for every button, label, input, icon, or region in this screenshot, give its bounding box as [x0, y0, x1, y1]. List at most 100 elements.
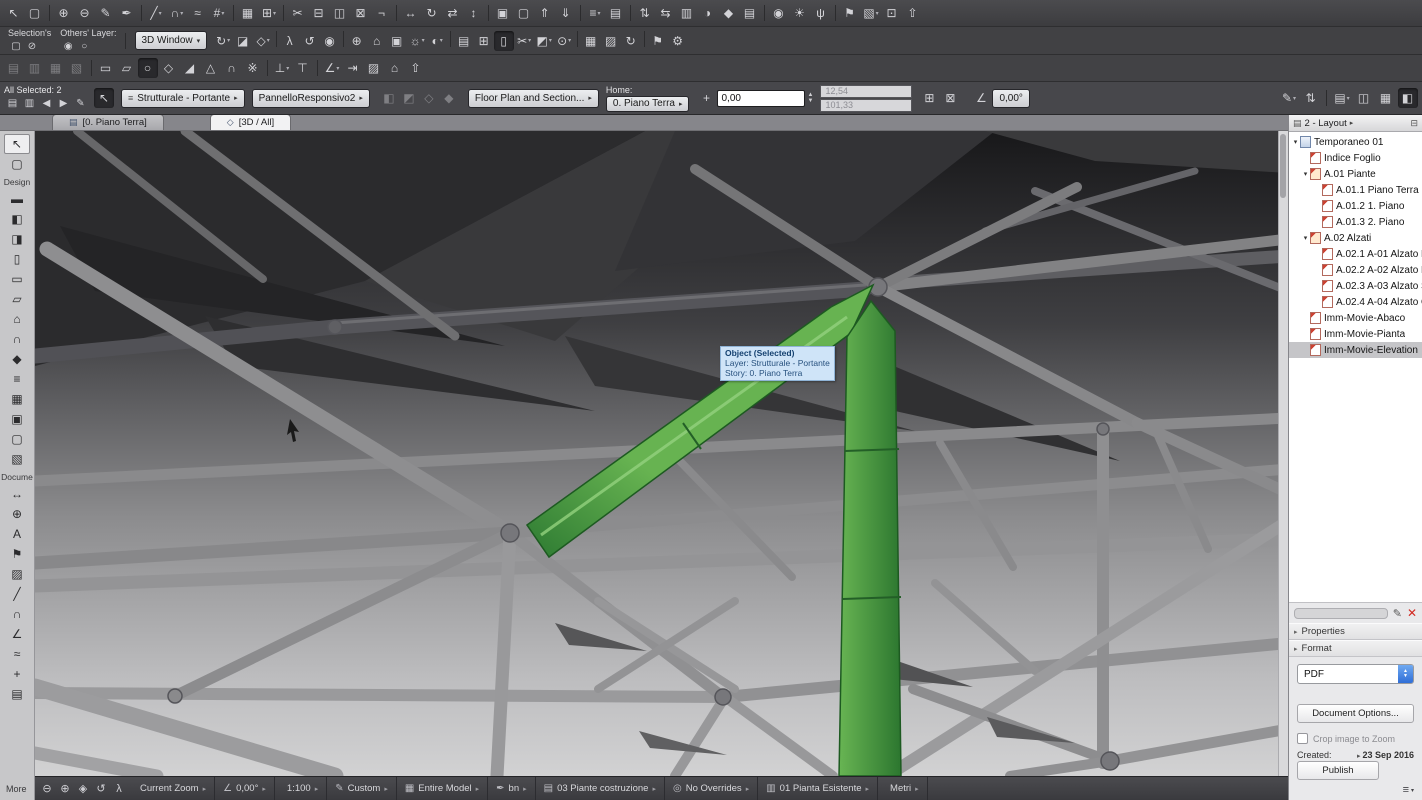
- explore-icon[interactable]: ◉: [320, 31, 340, 51]
- projection-front-icon[interactable]: ◧: [379, 88, 399, 108]
- fillet-icon[interactable]: ¬: [372, 3, 392, 23]
- rotate-icon[interactable]: ↻: [422, 3, 442, 23]
- drag-icon[interactable]: ↔: [401, 3, 421, 23]
- organizer-panel-icon[interactable]: ◫: [1354, 88, 1374, 108]
- tree-item[interactable]: ▾ Temporaneo 01: [1289, 134, 1422, 150]
- viewport-scrollbar[interactable]: [1278, 131, 1288, 776]
- background-fill-icon[interactable]: ▨: [364, 58, 384, 78]
- pitched-method-icon[interactable]: △: [201, 58, 221, 78]
- morph-tool[interactable]: ◆: [4, 349, 30, 369]
- sun-settings-icon[interactable]: ☼▾: [407, 31, 427, 51]
- bring-forward-icon[interactable]: ⇑: [535, 3, 555, 23]
- shell-tool[interactable]: ∩: [4, 329, 30, 349]
- document-options-button[interactable]: Document Options...: [1297, 704, 1414, 723]
- chamfer-method-icon[interactable]: ◢: [180, 58, 200, 78]
- copy-icon[interactable]: ▤: [454, 31, 474, 51]
- status-walk-icon[interactable]: λ: [110, 780, 128, 798]
- drawing-update-icon[interactable]: ▨: [601, 31, 621, 51]
- cutaway-icon[interactable]: ◩▾: [534, 31, 554, 51]
- camera-icon[interactable]: ◉: [769, 3, 789, 23]
- line-tool[interactable]: ╱: [4, 584, 30, 604]
- window-tool[interactable]: ◨: [4, 229, 30, 249]
- structure-filter-menu[interactable]: ▦ Entire Model ▸: [397, 777, 488, 800]
- hotspot-tool[interactable]: +: [4, 664, 30, 684]
- guide-lines-icon[interactable]: ▦: [238, 3, 258, 23]
- update-icon[interactable]: ↻: [621, 31, 641, 51]
- cutting-plane-icon[interactable]: ✂▾: [514, 31, 534, 51]
- tree-item[interactable]: Imm-Movie-Pianta: [1289, 326, 1422, 342]
- tree-item[interactable]: A.02.2 A-02 Alzato Est: [1289, 262, 1422, 278]
- publisher-icon[interactable]: ⇧: [903, 3, 923, 23]
- new-document-icon[interactable]: ▯: [494, 31, 514, 51]
- view-dropdown[interactable]: Floor Plan and Section... ▸: [468, 89, 599, 108]
- worksheet-icon[interactable]: ▥: [677, 3, 697, 23]
- 3d-document-icon[interactable]: ◆: [719, 3, 739, 23]
- tree-item[interactable]: A.02.1 A-01 Alzato No...: [1289, 246, 1422, 262]
- tree-item[interactable]: ▾ A.02 Alzati: [1289, 230, 1422, 246]
- frame-icon[interactable]: ▣: [387, 31, 407, 51]
- status-pan-icon[interactable]: ◈: [74, 780, 92, 798]
- pen-set-menu[interactable]: ✎ Custom ▸: [327, 777, 397, 800]
- section-icon[interactable]: ⇅: [635, 3, 655, 23]
- group-icon[interactable]: ▣: [493, 3, 513, 23]
- 3d-viewport[interactable]: Object (Selected) Layer: Strutturale - P…: [35, 131, 1288, 776]
- projection-axo-icon[interactable]: ◇: [419, 88, 439, 108]
- mirror-icon[interactable]: ⇄: [443, 3, 463, 23]
- home-view-icon[interactable]: ⌂: [367, 31, 387, 51]
- view-tab[interactable]: ▤ [0. Piano Terra]: [52, 114, 164, 130]
- tree-caret-icon[interactable]: ▾: [1301, 170, 1310, 178]
- tree-item[interactable]: Imm-Movie-Elevation: [1289, 342, 1422, 358]
- tree-item[interactable]: Imm-Movie-Abaco: [1289, 310, 1422, 326]
- navigator-toggle-icon[interactable]: ◧: [1398, 88, 1418, 108]
- tree-item[interactable]: A.01.3 2. Piano: [1289, 214, 1422, 230]
- roof-tool[interactable]: ⌂: [4, 309, 30, 329]
- orbit-icon[interactable]: ↺: [300, 31, 320, 51]
- tree-item[interactable]: Indice Foglio: [1289, 150, 1422, 166]
- split-icon[interactable]: ◫: [330, 3, 350, 23]
- tree-item[interactable]: A.01.2 1. Piano: [1289, 198, 1422, 214]
- marquee-icon[interactable]: ▢: [25, 3, 45, 23]
- text-tool[interactable]: A: [4, 524, 30, 544]
- column-tool[interactable]: ▯: [4, 249, 30, 269]
- circle-method-icon[interactable]: ○: [138, 58, 158, 78]
- spline-tool-icon[interactable]: ≈: [188, 3, 208, 23]
- pen-menu[interactable]: ✒ bn ▸: [488, 777, 535, 800]
- home-story-icon[interactable]: ⌂: [385, 58, 405, 78]
- coordinate-stepper[interactable]: ▲▼: [807, 92, 813, 104]
- grid-snap-icon[interactable]: ▥: [25, 58, 45, 78]
- stories-icon[interactable]: ▤: [606, 3, 626, 23]
- schedule-icon[interactable]: ▤: [740, 3, 760, 23]
- adjust-icon[interactable]: ⊠: [351, 3, 371, 23]
- units-menu[interactable]: Metri ▸: [878, 777, 928, 800]
- paste-icon[interactable]: ⊞: [474, 31, 494, 51]
- scale-menu[interactable]: 1:100 ▸: [275, 777, 327, 800]
- rect-method-icon[interactable]: ▭: [96, 58, 116, 78]
- slab-tool[interactable]: ▱: [4, 289, 30, 309]
- arc-tool-icon[interactable]: ∩▾: [167, 3, 187, 23]
- grid-icon[interactable]: #▾: [209, 3, 229, 23]
- pen-icon[interactable]: ✒: [117, 3, 137, 23]
- curtain-wall-tool[interactable]: ▦: [4, 389, 30, 409]
- add-selection-icon[interactable]: ⊕: [347, 31, 367, 51]
- layer-combination-menu[interactable]: ▤ 03 Piante costruzione ▸: [536, 777, 665, 800]
- active-arrow-tool-icon[interactable]: ↖: [94, 88, 114, 108]
- axonometry-icon[interactable]: ◇▾: [253, 31, 273, 51]
- window-selector-dropdown[interactable]: 3D Window▾: [135, 31, 208, 50]
- created-value-group[interactable]: ▸ 23 Sep 2016: [1357, 750, 1414, 760]
- rotated-rect-method-icon[interactable]: ▱: [117, 58, 137, 78]
- level-dimension-tool[interactable]: ⊕: [4, 504, 30, 524]
- tree-horizontal-scrollbar[interactable]: [1294, 608, 1388, 619]
- list-menu-icon[interactable]: ≡: [1403, 784, 1409, 796]
- status-zoom-out-icon[interactable]: ⊖: [38, 780, 56, 798]
- arrow-tool[interactable]: ↖: [4, 134, 30, 154]
- delete-item-icon[interactable]: ✕: [1407, 606, 1417, 620]
- renovation-filter-menu[interactable]: ▥ 01 Pianta Esistente ▸: [758, 777, 878, 800]
- fill-tool[interactable]: ▨: [4, 564, 30, 584]
- snap-points-icon[interactable]: ⊞▾: [259, 3, 279, 23]
- wall-tool[interactable]: ▬: [4, 189, 30, 209]
- organizer-icon[interactable]: ⊡: [882, 3, 902, 23]
- grid-rotate-icon[interactable]: ▦: [46, 58, 66, 78]
- zone-tool[interactable]: ▢: [4, 429, 30, 449]
- tracker-expand-icon[interactable]: ⊞: [919, 88, 939, 108]
- projection-persp-icon[interactable]: ◆: [439, 88, 459, 108]
